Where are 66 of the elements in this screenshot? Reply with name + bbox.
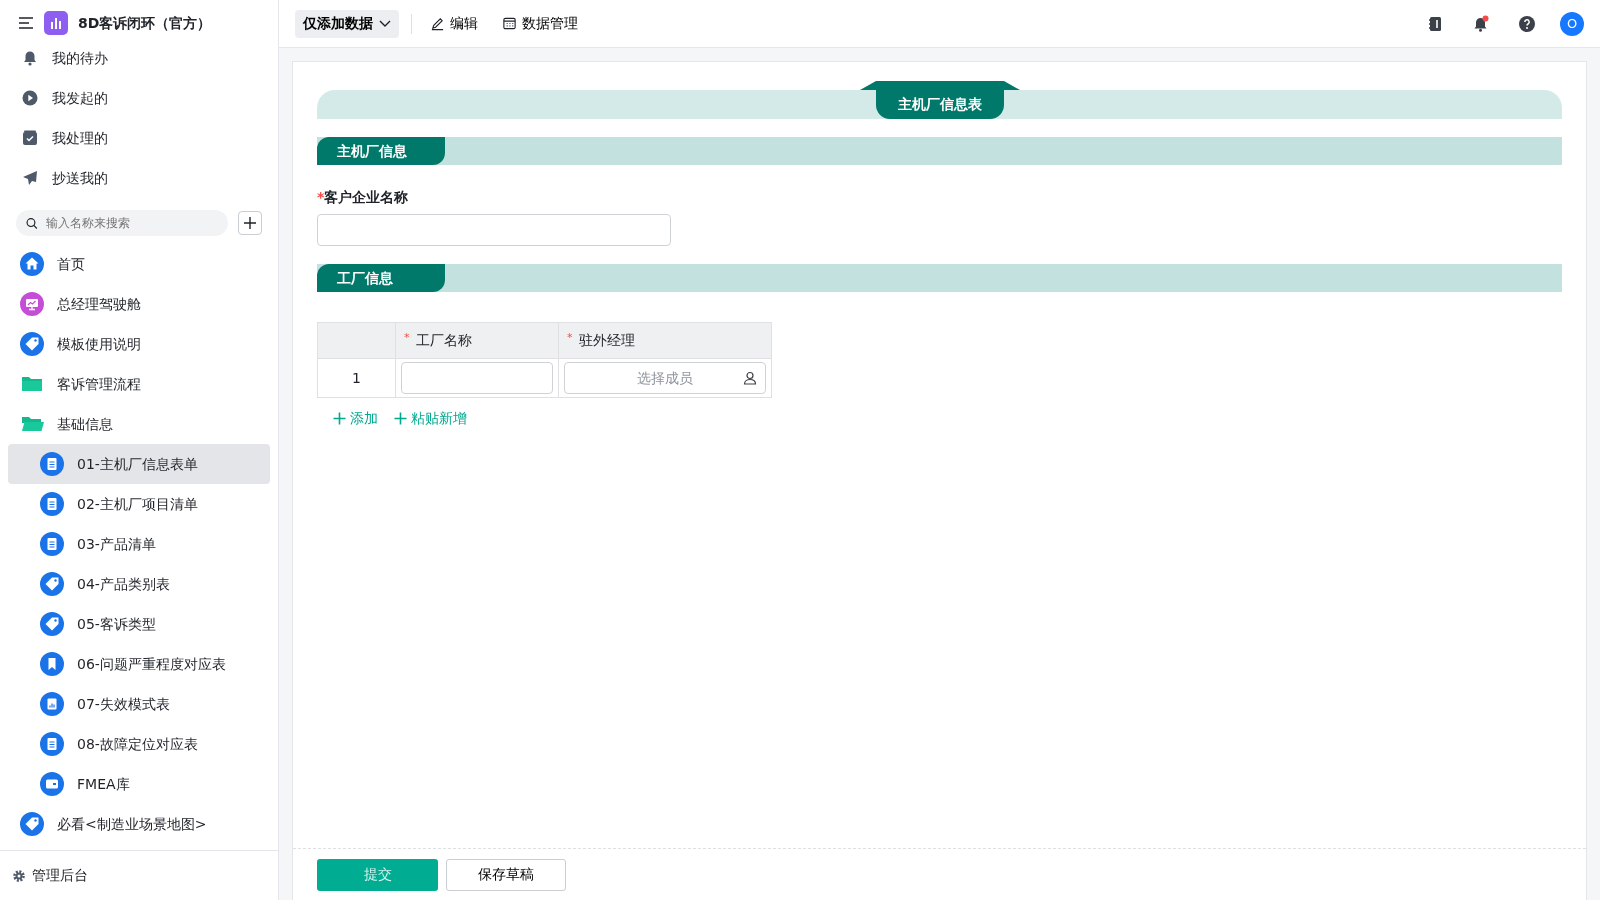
toolbar-button[interactable]: 编辑	[424, 13, 484, 34]
bell-icon	[22, 50, 38, 66]
tag-icon	[20, 812, 44, 836]
nav-item[interactable]: 02-主机厂项目清单	[8, 484, 270, 524]
nav-item[interactable]: 05-客诉类型	[8, 604, 270, 644]
menu-icon[interactable]	[18, 16, 34, 30]
search-field[interactable]: 输入名称来搜索	[43, 213, 218, 233]
user-avatar[interactable]: O	[1560, 11, 1584, 36]
document-icon	[40, 492, 64, 516]
nav-item[interactable]: 01-主机厂信息表单	[8, 444, 270, 484]
nav-item[interactable]: 必看<制造业场景地图>	[8, 804, 270, 844]
monitor-icon	[20, 292, 44, 316]
nav-item[interactable]: 08-故障定位对应表	[8, 724, 270, 764]
nav-item[interactable]: 03-产品清单	[8, 524, 270, 564]
section-title: 主机厂信息	[317, 137, 445, 165]
chevron-down-icon	[379, 19, 391, 28]
nav-item[interactable]: 基础信息	[8, 404, 270, 444]
nav-item[interactable]: 客诉管理流程	[8, 364, 270, 404]
column-header: * 工厂名称	[395, 322, 559, 359]
plus-icon	[243, 216, 257, 230]
nav-item[interactable]: 04-产品类别表	[8, 564, 270, 604]
search-box[interactable]: 输入名称来搜索	[16, 210, 228, 236]
nav-item[interactable]: 07-失效模式表	[8, 684, 270, 724]
card-icon	[40, 772, 64, 796]
nav-item[interactable]: 06-问题严重程度对应表	[8, 644, 270, 684]
quick-nav-item[interactable]: 我处理的	[0, 118, 278, 158]
add-button[interactable]	[238, 211, 262, 235]
tag-icon	[40, 612, 64, 636]
column-header: * 驻外经理	[558, 322, 772, 359]
nav-item[interactable]: 总经理驾驶舱	[8, 284, 270, 324]
search-icon	[26, 216, 38, 230]
nav-item[interactable]: 模板使用说明	[8, 324, 270, 364]
field-label: *客户企业名称	[317, 188, 410, 207]
plus-icon	[394, 412, 407, 425]
quick-nav-item[interactable]: 我的待办	[0, 38, 278, 78]
tag-icon	[40, 572, 64, 596]
form-title: 主机厂信息表	[875, 90, 1004, 119]
bookmark-icon	[40, 652, 64, 676]
checked-box-icon	[22, 130, 38, 146]
pencil-icon	[430, 16, 445, 31]
nav-item[interactable]: FMEA库	[8, 764, 270, 804]
app-logo-icon	[44, 11, 68, 35]
tag-icon	[20, 332, 44, 356]
plus-icon	[333, 412, 346, 425]
text-input[interactable]	[401, 362, 553, 394]
play-icon	[22, 90, 38, 106]
quick-nav-item[interactable]: 我发起的	[0, 78, 278, 118]
document-icon	[40, 532, 64, 556]
quick-nav-item[interactable]: 抄送我的	[0, 158, 278, 198]
section-title: 工厂信息	[317, 264, 445, 292]
gear-icon	[12, 868, 26, 883]
bar-chart-icon	[40, 692, 64, 716]
nav-item[interactable]: 首页	[8, 244, 270, 284]
app-title: 8D客诉闭环（官方）	[78, 13, 212, 33]
admin-link[interactable]: 管理后台	[0, 850, 278, 900]
toolbar-button[interactable]: 数据管理	[496, 13, 584, 34]
row-number: 1	[317, 358, 396, 398]
person-icon	[743, 371, 757, 385]
paper-plane-icon	[22, 170, 38, 186]
mode-dropdown[interactable]: 仅添加数据	[295, 9, 399, 38]
document-icon	[40, 732, 64, 756]
calendar-grid-icon	[502, 16, 517, 31]
save-draft-button[interactable]: 保存草稿	[446, 858, 566, 891]
text-input[interactable]	[317, 214, 671, 246]
house-icon	[20, 252, 44, 276]
document-icon	[40, 452, 64, 476]
